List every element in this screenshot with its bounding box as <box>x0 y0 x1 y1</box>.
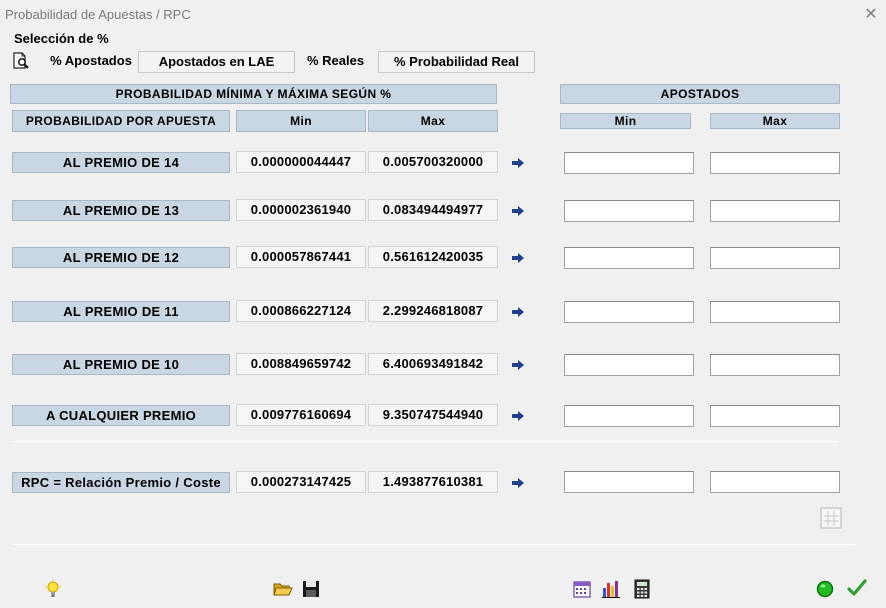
prize-max-value: 0.005700320000 <box>368 151 498 173</box>
close-button[interactable]: ✕ <box>862 4 880 24</box>
bet-min-input[interactable] <box>564 301 694 323</box>
bet-min-input[interactable] <box>564 247 694 269</box>
grid-icon[interactable] <box>820 507 842 529</box>
green-circle-icon[interactable] <box>815 579 835 599</box>
bet-min-header: Min <box>560 113 691 129</box>
prize-min-value: 0.008849659742 <box>236 353 366 375</box>
prize-row-label: AL PREMIO DE 12 <box>12 247 230 268</box>
bet-min-input[interactable] <box>564 152 694 174</box>
arrow-right-icon[interactable] <box>511 359 525 371</box>
selection-label: Selección de % <box>14 31 109 46</box>
prize-row-label: AL PREMIO DE 10 <box>12 354 230 375</box>
window-title: Probabilidad de Apuestas / RPC <box>5 7 191 22</box>
per-bet-header: PROBABILIDAD POR APUESTA <box>12 110 230 132</box>
checkmark-icon[interactable] <box>847 578 867 598</box>
arrow-right-icon[interactable] <box>511 157 525 169</box>
arrow-right-icon[interactable] <box>511 205 525 217</box>
arrow-right-icon[interactable] <box>511 477 525 489</box>
prize-min-value: 0.000057867441 <box>236 246 366 268</box>
bet-header: APOSTADOS <box>560 84 840 104</box>
magnifier-page-icon[interactable] <box>12 52 32 70</box>
bet-max-input[interactable] <box>710 152 840 174</box>
open-folder-icon[interactable] <box>273 579 293 599</box>
save-disk-icon[interactable] <box>301 579 321 599</box>
rpc-label: RPC = Relación Premio / Coste <box>12 472 230 493</box>
mode-apostados-lae[interactable]: Apostados en LAE <box>138 51 295 73</box>
prize-min-value: 0.000002361940 <box>236 199 366 221</box>
mode-probabilidad-real[interactable]: % Probabilidad Real <box>378 51 535 73</box>
min-header: Min <box>236 110 366 132</box>
bet-max-input[interactable] <box>710 354 840 376</box>
bet-min-input[interactable] <box>564 354 694 376</box>
prize-max-value: 6.400693491842 <box>368 353 498 375</box>
section-separator <box>12 441 838 442</box>
mode-reales-percent[interactable]: % Reales <box>298 51 373 73</box>
calendar-icon[interactable] <box>572 579 592 599</box>
rpc-max-value: 1.493877610381 <box>368 471 498 493</box>
mode-apostados-percent[interactable]: % Apostados <box>46 51 136 73</box>
range-header: PROBABILIDAD MÍNIMA Y MÁXIMA SEGÚN % <box>10 84 497 104</box>
arrow-right-icon[interactable] <box>511 252 525 264</box>
prize-max-value: 0.083494494977 <box>368 199 498 221</box>
arrow-right-icon[interactable] <box>511 306 525 318</box>
prize-max-value: 0.561612420035 <box>368 246 498 268</box>
rpc-bet-max-input[interactable] <box>710 471 840 493</box>
rpc-min-value: 0.000273147425 <box>236 471 366 493</box>
bet-max-input[interactable] <box>710 301 840 323</box>
lightbulb-icon[interactable] <box>43 579 63 599</box>
prize-max-value: 9.350747544940 <box>368 404 498 426</box>
bet-max-input[interactable] <box>710 405 840 427</box>
rpc-bet-min-input[interactable] <box>564 471 694 493</box>
bet-max-header: Max <box>710 113 840 129</box>
arrow-right-icon[interactable] <box>511 410 525 422</box>
prize-row-label: A CUALQUIER PREMIO <box>12 405 230 426</box>
bet-max-input[interactable] <box>710 247 840 269</box>
prize-row-label: AL PREMIO DE 14 <box>12 152 230 173</box>
prize-row-label: AL PREMIO DE 11 <box>12 301 230 322</box>
footer-separator <box>12 544 855 545</box>
bar-chart-icon[interactable] <box>601 579 621 599</box>
calculator-icon[interactable] <box>632 579 652 599</box>
prize-min-value: 0.000000044447 <box>236 151 366 173</box>
prize-row-label: AL PREMIO DE 13 <box>12 200 230 221</box>
bet-min-input[interactable] <box>564 200 694 222</box>
prize-min-value: 0.000866227124 <box>236 300 366 322</box>
bet-min-input[interactable] <box>564 405 694 427</box>
max-header: Max <box>368 110 498 132</box>
prize-max-value: 2.299246818087 <box>368 300 498 322</box>
bet-max-input[interactable] <box>710 200 840 222</box>
prize-min-value: 0.009776160694 <box>236 404 366 426</box>
